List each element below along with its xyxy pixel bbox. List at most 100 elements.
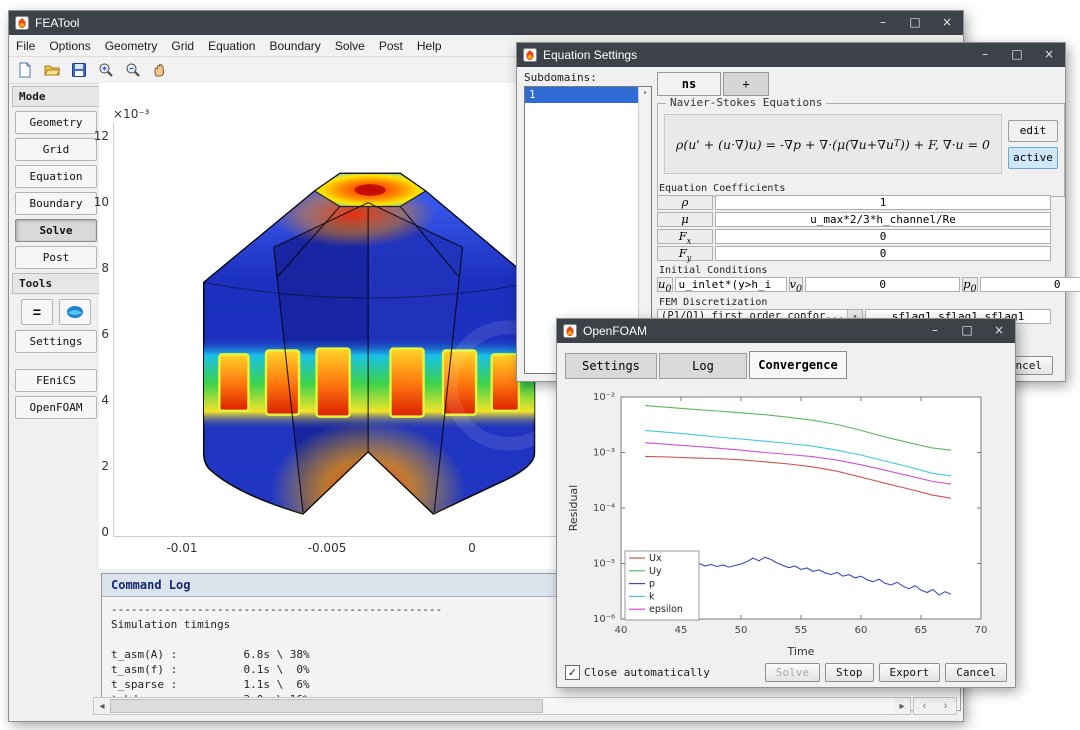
menu-solve[interactable]: Solve xyxy=(328,37,372,55)
convergence-chart: 4045505560657010⁻²10⁻³10⁻⁴10⁻⁵10⁻⁶TimeRe… xyxy=(563,385,1009,663)
new-file-button[interactable] xyxy=(13,59,37,81)
log-horizontal-scrollbar[interactable]: ◂ ▸ xyxy=(93,697,911,715)
coefficient-mu-button[interactable]: μ xyxy=(657,212,713,227)
equation-equals-button[interactable]: = xyxy=(21,299,53,325)
tab-ns[interactable]: ns xyxy=(657,72,721,96)
y-tick-0: 0 xyxy=(75,525,109,539)
mode-solve-button[interactable]: Solve xyxy=(15,219,97,242)
menu-grid[interactable]: Grid xyxy=(164,37,201,55)
stop-button[interactable]: Stop xyxy=(825,663,874,682)
checkmark-icon: ✓ xyxy=(568,667,577,678)
menu-equation[interactable]: Equation xyxy=(201,37,262,55)
svg-text:70: 70 xyxy=(975,625,988,636)
coefficient-rho-input[interactable] xyxy=(715,195,1051,210)
menu-boundary[interactable]: Boundary xyxy=(262,37,327,55)
fem-discretization-label: FEM Discretization xyxy=(659,297,767,308)
equation-settings-titlebar[interactable]: Equation Settings – □ × xyxy=(517,43,1065,67)
open-model-button[interactable] xyxy=(40,59,64,81)
scrollbar-track[interactable] xyxy=(110,698,894,714)
pan-hand-icon xyxy=(152,62,168,78)
coefficient-fx-input[interactable] xyxy=(715,229,1051,244)
coefficient-fy-button[interactable]: Fy xyxy=(657,246,713,261)
openfoam-window: OpenFOAM – □ × Settings Log Convergence … xyxy=(556,318,1016,688)
scrollbar-thumb[interactable] xyxy=(110,699,543,713)
window-title: FEATool xyxy=(35,16,79,30)
zoom-in-icon xyxy=(98,62,114,78)
svg-text:50: 50 xyxy=(735,625,748,636)
openfoam-bottom-bar: ✓ Close automatically Solve Stop Export … xyxy=(557,657,1015,687)
openfoam-cancel-button[interactable]: Cancel xyxy=(945,663,1007,682)
menu-options[interactable]: Options xyxy=(42,37,97,55)
active-toggle-button[interactable]: active xyxy=(1008,147,1058,169)
minimize-button[interactable]: – xyxy=(969,43,1001,67)
tab-convergence[interactable]: Convergence xyxy=(749,351,847,379)
svg-text:55: 55 xyxy=(795,625,808,636)
coefficient-fy-input[interactable] xyxy=(715,246,1051,261)
coefficient-mu-input[interactable] xyxy=(715,212,1051,227)
mode-equation-button[interactable]: Equation xyxy=(15,165,97,188)
openfoam-titlebar[interactable]: OpenFOAM – □ × xyxy=(557,319,1015,343)
tab-add-equation[interactable]: + xyxy=(723,72,769,96)
mode-header: Mode xyxy=(12,86,100,107)
close-button[interactable]: × xyxy=(1033,43,1065,67)
featool-titlebar[interactable]: FEATool – □ × xyxy=(9,11,963,35)
edit-equation-button[interactable]: edit xyxy=(1008,120,1058,142)
svg-text:65: 65 xyxy=(915,625,928,636)
zoom-in-button[interactable] xyxy=(94,59,118,81)
coefficient-fx-button[interactable]: Fx xyxy=(657,229,713,244)
scroll-up-icon[interactable]: ▴ xyxy=(643,87,648,96)
svg-text:10⁻³: 10⁻³ xyxy=(593,448,615,459)
pager-right-icon[interactable]: › xyxy=(944,700,948,712)
y-axis-exponent-label: ×10⁻³ xyxy=(113,107,149,121)
open-folder-icon xyxy=(44,62,60,78)
log-pager[interactable]: ‹ › xyxy=(913,697,957,715)
maximize-button[interactable]: □ xyxy=(951,319,983,343)
menu-geometry[interactable]: Geometry xyxy=(98,37,165,55)
y-tick-10: 10 xyxy=(75,195,109,209)
initial-v0-button[interactable]: v0 xyxy=(789,277,804,292)
menu-post[interactable]: Post xyxy=(372,37,410,55)
multiphysics-tool-button[interactable] xyxy=(59,299,91,325)
close-button[interactable]: × xyxy=(983,319,1015,343)
pager-left-icon[interactable]: ‹ xyxy=(923,700,927,712)
initial-p0-input[interactable] xyxy=(980,277,1080,292)
tab-settings[interactable]: Settings xyxy=(565,353,657,379)
close-button[interactable]: × xyxy=(931,11,963,35)
menu-file[interactable]: File xyxy=(9,37,42,55)
initial-u0-button[interactable]: u0 xyxy=(657,277,673,292)
y-tick-8: 8 xyxy=(75,261,109,275)
zoom-out-button[interactable] xyxy=(121,59,145,81)
svg-text:p: p xyxy=(649,579,655,590)
maximize-button[interactable]: □ xyxy=(1001,43,1033,67)
minimize-button[interactable]: – xyxy=(919,319,951,343)
initial-u0-input[interactable] xyxy=(675,277,787,292)
pan-button[interactable] xyxy=(148,59,172,81)
svg-text:40: 40 xyxy=(615,625,628,636)
minimize-button[interactable]: – xyxy=(867,11,899,35)
coefficient-rho-button[interactable]: ρ xyxy=(657,195,713,210)
equation-tabs: ns + xyxy=(657,72,769,96)
scroll-right-icon[interactable]: ▸ xyxy=(894,701,910,712)
tab-log[interactable]: Log xyxy=(659,353,747,379)
initial-p0-button[interactable]: p0 xyxy=(962,277,977,292)
initial-v0-input[interactable] xyxy=(805,277,960,292)
checkbox-box[interactable]: ✓ xyxy=(565,665,580,680)
initial-conditions-label: Initial Conditions xyxy=(659,265,767,276)
y-tick-6: 6 xyxy=(75,327,109,341)
solve-button[interactable]: Solve xyxy=(765,663,820,682)
featool-app-icon xyxy=(15,16,29,30)
window-title: Equation Settings xyxy=(543,48,637,62)
window-controls: – □ × xyxy=(969,43,1065,67)
coefficients-label: Equation Coefficients xyxy=(659,183,785,194)
subdomain-item-1[interactable]: 1 xyxy=(525,87,651,103)
y-tick-4: 4 xyxy=(75,393,109,407)
menu-help[interactable]: Help xyxy=(410,37,449,55)
close-automatically-checkbox[interactable]: ✓ Close automatically xyxy=(565,665,710,680)
export-button[interactable]: Export xyxy=(879,663,941,682)
fenics-button[interactable]: FEniCS xyxy=(15,369,97,392)
zoom-out-icon xyxy=(125,62,141,78)
maximize-button[interactable]: □ xyxy=(899,11,931,35)
svg-text:Residual: Residual xyxy=(567,485,580,531)
save-model-button[interactable] xyxy=(67,59,91,81)
scroll-left-icon[interactable]: ◂ xyxy=(94,701,110,712)
